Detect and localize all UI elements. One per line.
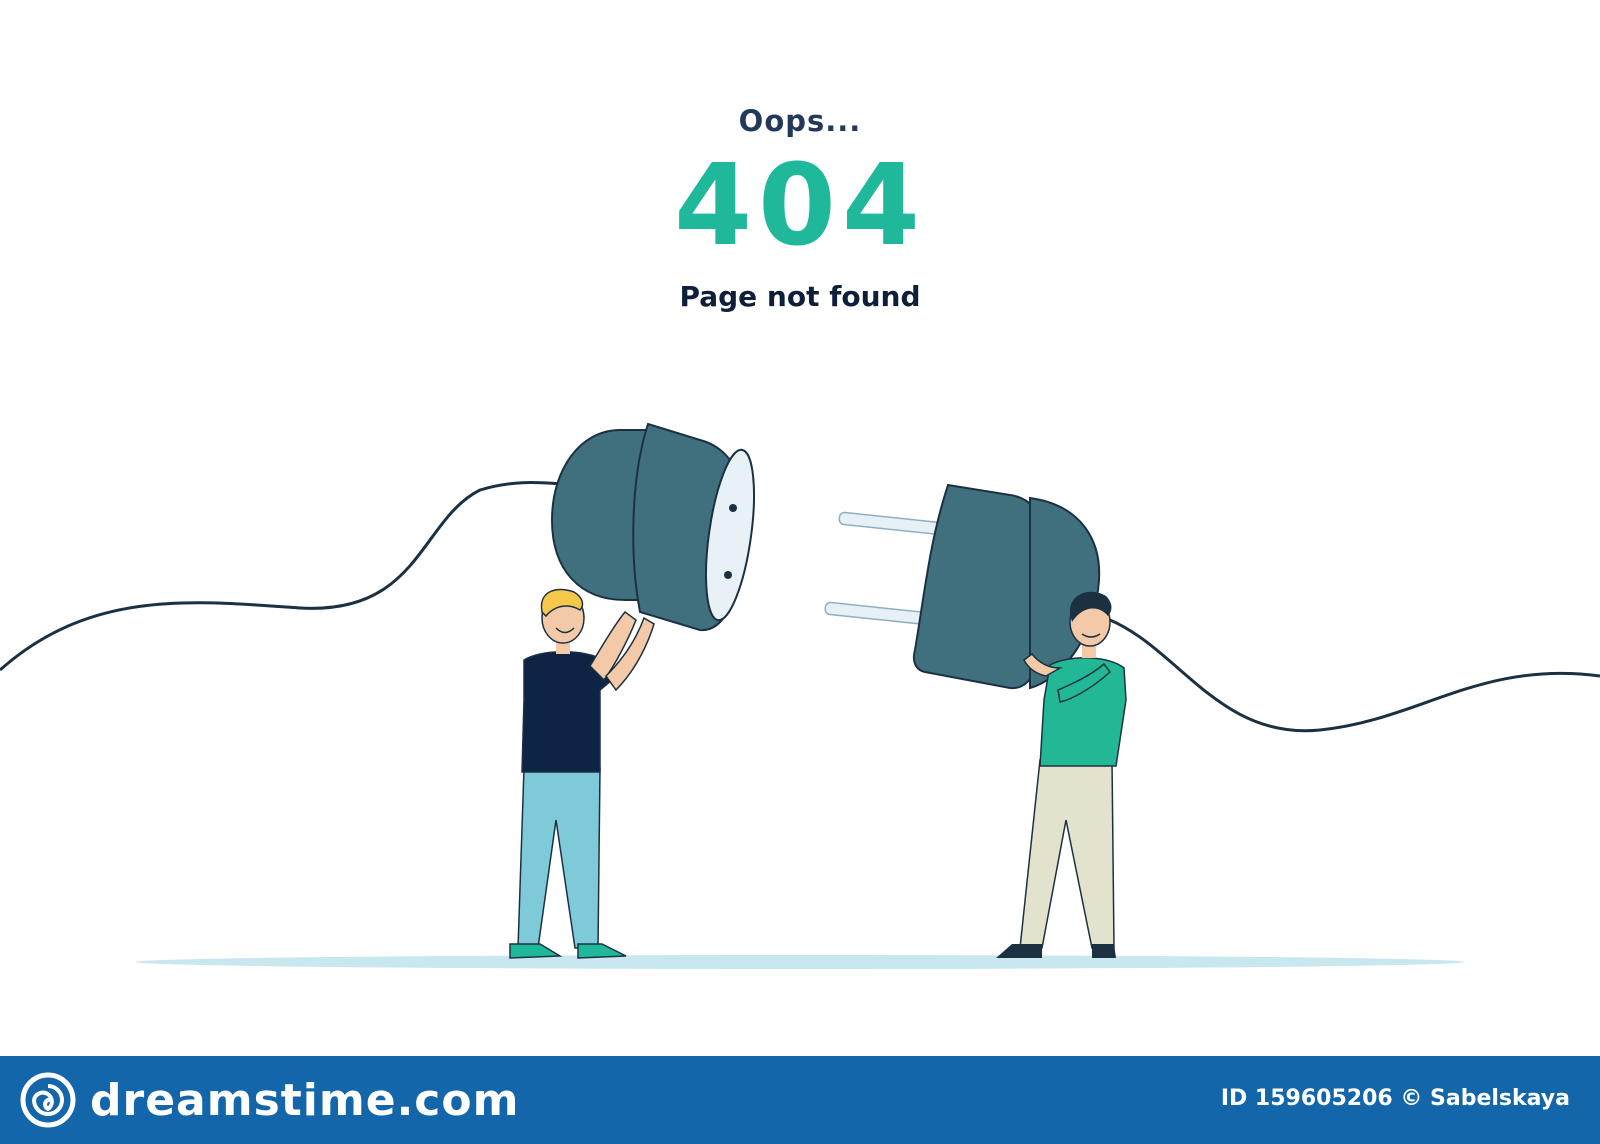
man-left	[509, 588, 655, 959]
illustration	[0, 422, 1600, 969]
right-cable	[1109, 618, 1600, 733]
socket-plug	[550, 422, 755, 632]
dreamstime-logo-icon	[20, 1072, 76, 1128]
floor-shadow	[135, 955, 1465, 969]
watermark-footer: dreamstime.com ID 159605206 © Sabelskaya	[0, 1056, 1600, 1144]
left-cable	[0, 481, 566, 672]
brand-name: dreamstime.com	[90, 1074, 520, 1126]
image-credit: ID 159605206 © Sabelskaya	[1220, 1086, 1570, 1111]
prong-plug	[824, 483, 1101, 690]
brand[interactable]: dreamstime.com	[20, 1072, 519, 1128]
